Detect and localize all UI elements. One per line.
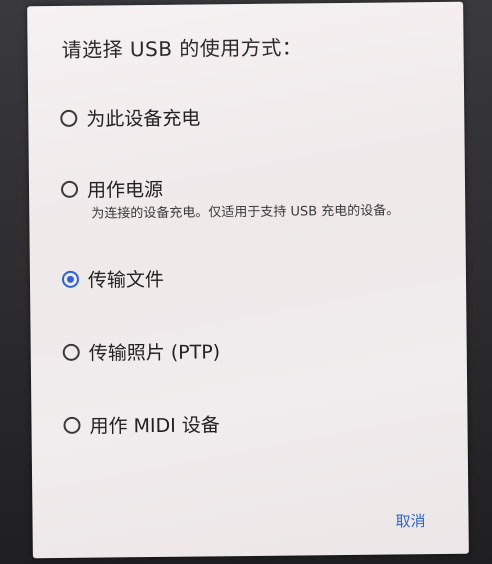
dialog-title: 请选择 USB 的使用方式： xyxy=(61,35,303,62)
option-label: 传输文件 xyxy=(87,268,165,292)
cancel-button[interactable]: 取消 xyxy=(395,510,425,531)
option-charge-this-device[interactable]: 为此设备充电 xyxy=(60,103,200,131)
option-label: 用作电源 xyxy=(86,178,164,202)
option-use-as-power-source[interactable]: 用作电源 xyxy=(60,175,164,203)
option-midi-device[interactable]: 用作 MIDI 设备 xyxy=(63,410,220,439)
radio-button-transfer-photos-ptp[interactable] xyxy=(62,343,80,361)
option-label: 用作 MIDI 设备 xyxy=(89,414,220,438)
option-label: 为此设备充电 xyxy=(86,107,201,131)
option-transfer-files[interactable]: 传输文件 xyxy=(61,265,165,293)
radio-button-charge-this-device[interactable] xyxy=(60,109,78,127)
radio-button-use-as-power-source[interactable] xyxy=(60,180,79,198)
radio-button-transfer-files[interactable] xyxy=(61,270,80,288)
radio-button-midi-device[interactable] xyxy=(63,416,81,434)
option-transfer-photos-ptp[interactable]: 传输照片 (PTP) xyxy=(62,337,221,366)
usb-mode-dialog: 请选择 USB 的使用方式： 为此设备充电 用作电源 为连接的设备充电。仅适用于… xyxy=(27,1,469,559)
option-description: 为连接的设备充电。仅适用于支持 USB 充电的设备。 xyxy=(91,203,400,222)
option-label: 传输照片 (PTP) xyxy=(88,341,221,365)
